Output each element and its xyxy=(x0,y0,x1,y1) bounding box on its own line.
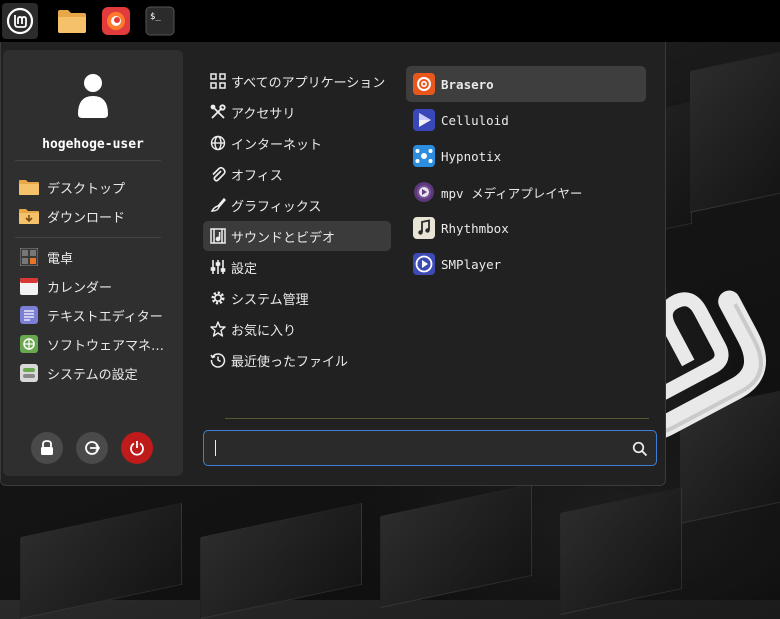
calendar-icon xyxy=(19,277,39,295)
terminal-glyph: $_ xyxy=(150,12,161,22)
history-icon xyxy=(209,351,227,369)
logout-button[interactable] xyxy=(76,432,108,464)
terminal-launcher[interactable]: $_ xyxy=(142,3,178,39)
category-recent-files[interactable]: 最近使ったファイル xyxy=(203,345,391,375)
category-settings[interactable]: 設定 xyxy=(203,252,391,282)
app-rhythmbox[interactable]: Rhythmbox xyxy=(406,210,646,246)
favorite-label: ソフトウェアマネ… xyxy=(47,338,165,354)
favorite-system-settings[interactable]: システムの設定 xyxy=(19,361,175,385)
paperclip-icon xyxy=(209,165,227,183)
category-office[interactable]: オフィス xyxy=(203,159,391,189)
lock-screen-button[interactable] xyxy=(31,432,63,464)
search-input[interactable] xyxy=(212,437,626,461)
favorite-software-manager[interactable]: ソフトウェアマネ… xyxy=(19,332,175,356)
text-editor-icon xyxy=(19,306,39,324)
globe-icon xyxy=(209,134,227,152)
app-smplayer[interactable]: SMPlayer xyxy=(406,246,646,282)
search-icon[interactable] xyxy=(632,441,648,457)
category-sound-and-video[interactable]: サウンドとビデオ xyxy=(203,221,391,251)
favorite-label: テキストエディター xyxy=(47,309,163,325)
search-divider xyxy=(225,418,649,419)
download-folder-icon xyxy=(19,207,39,225)
lock-icon xyxy=(41,440,53,455)
place-label: デスクトップ xyxy=(47,181,126,197)
star-icon xyxy=(209,320,227,338)
mpv-icon xyxy=(413,181,435,203)
smplayer-icon xyxy=(413,253,435,275)
files-launcher[interactable] xyxy=(54,3,90,39)
category-label: 設定 xyxy=(231,261,258,277)
favorite-label: システムの設定 xyxy=(47,367,138,383)
app-label: Celluloid xyxy=(441,112,509,128)
favorite-calendar[interactable]: カレンダー xyxy=(19,274,175,298)
place-label: ダウンロード xyxy=(47,210,126,226)
category-label: グラフィックス xyxy=(231,199,322,215)
category-label: サウンドとビデオ xyxy=(231,230,336,246)
hypnotix-icon xyxy=(413,145,435,167)
gear-icon xyxy=(209,289,227,307)
shutdown-button[interactable] xyxy=(121,432,153,464)
app-label: Brasero xyxy=(441,76,494,92)
system-settings-icon xyxy=(19,364,39,382)
power-icon xyxy=(130,441,144,456)
brasero-icon xyxy=(413,73,435,95)
search-field[interactable] xyxy=(203,430,657,466)
category-label: すべてのアプリケーション xyxy=(231,75,386,91)
place-downloads[interactable]: ダウンロード xyxy=(19,204,175,228)
category-all-applications[interactable]: すべてのアプリケーション xyxy=(203,66,391,96)
sliders-icon xyxy=(209,258,227,276)
all-apps-icon xyxy=(209,72,227,90)
application-menu: hogehoge-user デスクトップ ダウンロード 電卓 カレンダー テキス… xyxy=(0,42,666,486)
firefox-icon xyxy=(102,7,130,35)
top-panel: $_ xyxy=(0,0,780,42)
app-label: mpv メディアプレイヤー xyxy=(441,185,583,201)
sidebar-divider xyxy=(15,160,161,161)
category-label: オフィス xyxy=(231,168,283,184)
firefox-launcher[interactable] xyxy=(98,3,134,39)
app-celluloid[interactable]: Celluloid xyxy=(406,102,646,138)
app-brasero[interactable]: Brasero xyxy=(406,66,646,102)
calculator-icon xyxy=(19,248,39,266)
category-internet[interactable]: インターネット xyxy=(203,128,391,158)
logout-icon xyxy=(85,441,100,455)
category-accessories[interactable]: アクセサリ xyxy=(203,97,391,127)
category-label: システム管理 xyxy=(231,292,309,308)
menu-sidebar: hogehoge-user デスクトップ ダウンロード 電卓 カレンダー テキス… xyxy=(3,50,183,476)
user-avatar-icon xyxy=(78,74,108,118)
category-label: アクセサリ xyxy=(231,106,296,122)
category-label: お気に入り xyxy=(231,323,297,339)
category-administration[interactable]: システム管理 xyxy=(203,283,391,313)
favorite-label: 電卓 xyxy=(47,251,74,267)
software-manager-icon xyxy=(19,335,39,353)
app-hypnotix[interactable]: Hypnotix xyxy=(406,138,646,174)
favorite-label: カレンダー xyxy=(47,280,113,296)
app-label: Hypnotix xyxy=(441,148,502,164)
folder-icon xyxy=(58,10,86,33)
terminal-icon: $_ xyxy=(145,6,175,36)
favorite-text-editor[interactable]: テキストエディター xyxy=(19,303,175,327)
folder-icon xyxy=(19,178,39,196)
text-caret xyxy=(215,440,216,456)
category-label: インターネット xyxy=(231,137,323,153)
user-name: hogehoge-user xyxy=(42,137,144,152)
accessories-icon xyxy=(209,103,227,121)
category-graphics[interactable]: グラフィックス xyxy=(203,190,391,220)
graphics-icon xyxy=(209,196,227,214)
app-label: Rhythmbox xyxy=(441,220,509,236)
sidebar-divider xyxy=(15,237,161,238)
mint-logo-icon xyxy=(6,7,34,35)
menu-button[interactable] xyxy=(2,3,38,39)
rhythmbox-icon xyxy=(413,217,435,239)
sound-video-icon xyxy=(209,227,227,245)
category-label: 最近使ったファイル xyxy=(231,354,349,370)
app-label: SMPlayer xyxy=(441,256,502,272)
category-favorites[interactable]: お気に入り xyxy=(203,314,391,344)
celluloid-icon xyxy=(413,109,435,131)
place-desktop[interactable]: デスクトップ xyxy=(19,175,175,199)
app-mpv[interactable]: mpv メディアプレイヤー xyxy=(406,174,646,210)
favorite-calculator[interactable]: 電卓 xyxy=(19,245,175,269)
